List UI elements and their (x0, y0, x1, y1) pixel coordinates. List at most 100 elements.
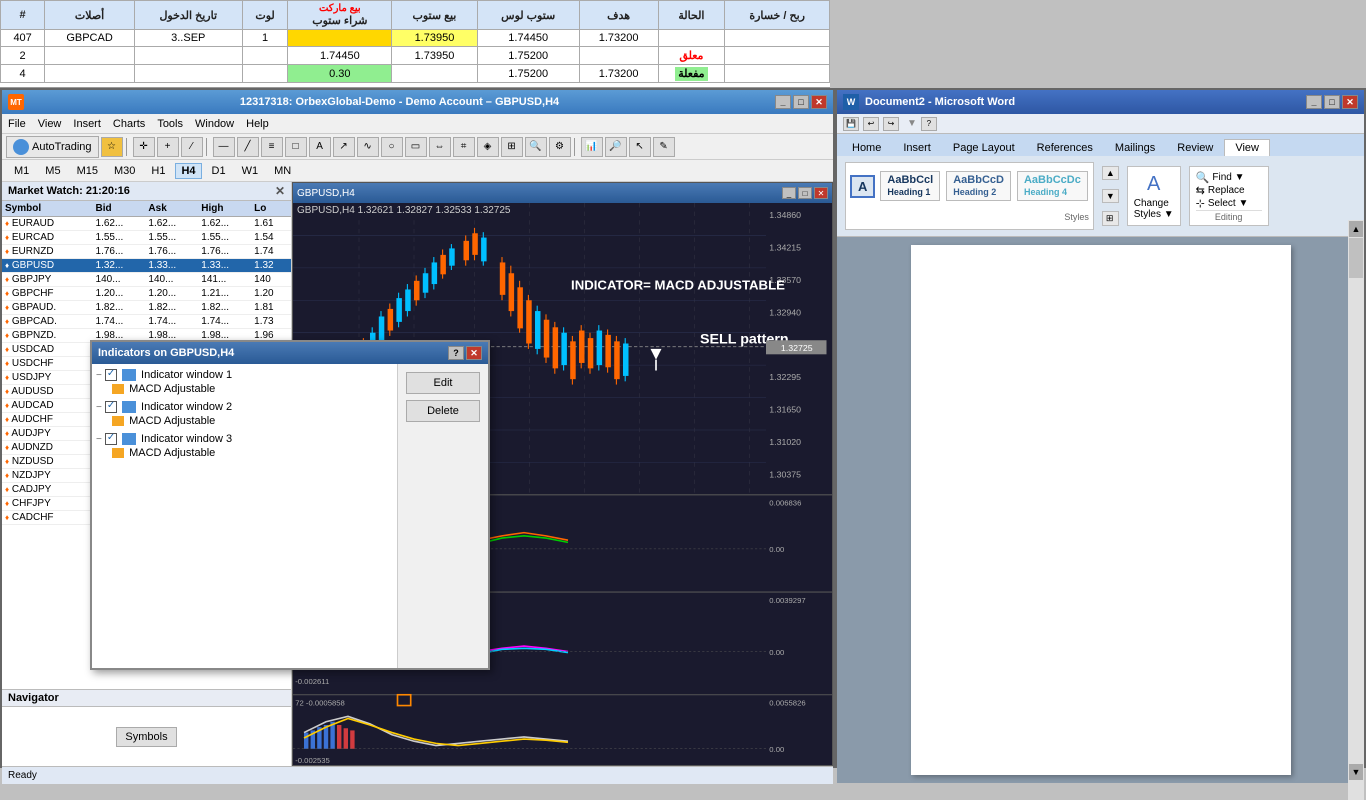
chart-minimize-btn[interactable]: _ (782, 187, 796, 199)
market-watch-row[interactable]: ♦ EURNZD1.76...1.76...1.76...1.74 (2, 245, 291, 259)
toolbar-arrow[interactable]: ☆ (101, 137, 123, 157)
tree-checkbox-1[interactable] (105, 369, 117, 381)
styles-scroll-down[interactable]: ▼ (1102, 189, 1119, 203)
toolbar-expand[interactable]: ⇔ (429, 137, 451, 157)
toolbar-prop[interactable]: ⚙ (549, 137, 571, 157)
tree-group-1[interactable]: − Indicator window 1 (96, 368, 393, 382)
toolbar-text[interactable]: A (309, 137, 331, 157)
market-watch-row[interactable]: ♦ EURAUD1.62...1.62...1.62...1.61 (2, 217, 291, 231)
menu-help[interactable]: Help (246, 118, 269, 130)
menu-charts[interactable]: Charts (113, 118, 145, 130)
tab-references[interactable]: References (1026, 139, 1104, 156)
toolbar-fibo[interactable]: ≡ (261, 137, 283, 157)
word-qat-save[interactable]: 💾 (843, 117, 859, 131)
edit-button[interactable]: Edit (406, 372, 480, 394)
tree-indicator-icon-2-1 (112, 416, 124, 426)
tf-h1[interactable]: H1 (145, 163, 171, 179)
word-help-btn[interactable]: ? (921, 117, 937, 131)
market-watch-row[interactable]: ♦ GBPCHF1.20...1.20...1.21...1.20 (2, 287, 291, 301)
toolbar-periods[interactable]: 📊 (581, 137, 603, 157)
toolbar-fibo2[interactable]: ⌗ (453, 137, 475, 157)
word-scrollbar[interactable]: ▲ ▼ (1348, 220, 1364, 800)
tree-group-3[interactable]: − Indicator window 3 (96, 432, 393, 446)
tree-indicator-2-1[interactable]: MACD Adjustable (96, 414, 393, 428)
dialog-help-btn[interactable]: ? (448, 346, 464, 360)
tab-mailings[interactable]: Mailings (1104, 139, 1166, 156)
tf-m1[interactable]: M1 (8, 163, 35, 179)
style-heading4[interactable]: AaBbCcDcHeading 4 (1017, 171, 1088, 201)
menu-tools[interactable]: Tools (157, 118, 183, 130)
toolbar-line[interactable]: ⁄ (181, 137, 203, 157)
autotrading-btn[interactable]: AutoTrading (6, 136, 99, 158)
toolbar-zoom[interactable]: 🔍 (525, 137, 547, 157)
dialog-close-btn[interactable]: ✕ (466, 346, 482, 360)
tf-m15[interactable]: M15 (71, 163, 104, 179)
styles-scroll-expand[interactable]: ⊞ (1102, 211, 1119, 226)
tf-w1[interactable]: W1 (236, 163, 265, 179)
toolbar-crosshair[interactable]: ✛ (133, 137, 155, 157)
toolbar-rect2[interactable]: ▭ (405, 137, 427, 157)
symbols-button[interactable]: Symbols (116, 727, 176, 747)
tab-page-layout[interactable]: Page Layout (942, 139, 1026, 156)
tab-review[interactable]: Review (1166, 139, 1224, 156)
toolbar-zoom-in[interactable]: + (157, 137, 179, 157)
tf-h4[interactable]: H4 (175, 163, 201, 179)
scrollbar-thumb[interactable] (1349, 238, 1363, 278)
toolbar-rect[interactable]: □ (285, 137, 307, 157)
toolbar-arrow2[interactable]: ↗ (333, 137, 355, 157)
word-qat-redo[interactable]: ↪ (883, 117, 899, 131)
replace-btn[interactable]: ⇆ Replace (1196, 184, 1262, 197)
styles-scroll-up[interactable]: ▲ (1102, 166, 1119, 180)
market-watch-row[interactable]: ♦ EURCAD1.55...1.55...1.55...1.54 (2, 231, 291, 245)
tree-indicator-1-1[interactable]: MACD Adjustable (96, 382, 393, 396)
market-watch-row[interactable]: ♦ GBPAUD.1.82...1.82...1.82...1.81 (2, 301, 291, 315)
tree-checkbox-3[interactable] (105, 433, 117, 445)
change-styles-btn[interactable]: ChangeStyles ▼ (1134, 198, 1174, 220)
editing-group: 🔍 Find ▼ ⇆ Replace ⊹ Select ▼ Editing (1189, 166, 1269, 226)
toolbar-indicator2[interactable]: ⊞ (501, 137, 523, 157)
menu-insert[interactable]: Insert (73, 118, 101, 130)
tab-home[interactable]: Home (841, 139, 892, 156)
toolbar-cursor[interactable]: ↖ (629, 137, 651, 157)
word-minimize-btn[interactable]: _ (1306, 95, 1322, 109)
scrollbar-up-btn[interactable]: ▲ (1349, 221, 1363, 237)
toolbar-draw[interactable]: ✎ (653, 137, 675, 157)
toolbar-indicator[interactable]: ◈ (477, 137, 499, 157)
tree-group-2[interactable]: − Indicator window 2 (96, 400, 393, 414)
tab-view[interactable]: View (1224, 139, 1270, 156)
chart-restore-btn[interactable]: □ (798, 187, 812, 199)
delete-button[interactable]: Delete (406, 400, 480, 422)
word-maximize-btn[interactable]: □ (1324, 95, 1340, 109)
mt-close-btn[interactable]: ✕ (811, 95, 827, 109)
find-btn[interactable]: 🔍 Find ▼ (1196, 171, 1262, 184)
style-heading1[interactable]: AaBbCclHeading 1 (880, 171, 940, 201)
select-btn[interactable]: ⊹ Select ▼ (1196, 197, 1262, 210)
mt-minimize-btn[interactable]: _ (775, 95, 791, 109)
mw-close-btn[interactable]: ✕ (275, 184, 285, 198)
market-watch-row[interactable]: ♦ GBPUSD1.32...1.33...1.33...1.32 (2, 259, 291, 273)
scrollbar-down-btn[interactable]: ▼ (1349, 764, 1363, 780)
tab-insert[interactable]: Insert (892, 139, 942, 156)
toolbar-oval[interactable]: ○ (381, 137, 403, 157)
style-sample-highlighted[interactable]: A (850, 175, 875, 198)
mt-maximize-btn[interactable]: □ (793, 95, 809, 109)
word-qat-undo[interactable]: ↩ (863, 117, 879, 131)
menu-window[interactable]: Window (195, 118, 234, 130)
word-close-btn[interactable]: ✕ (1342, 95, 1358, 109)
menu-file[interactable]: File (8, 118, 26, 130)
toolbar-zoomout[interactable]: 🔎 (605, 137, 627, 157)
tf-d1[interactable]: D1 (206, 163, 232, 179)
market-watch-row[interactable]: ♦ GBPCAD.1.74...1.74...1.74...1.73 (2, 315, 291, 329)
chart-close-btn[interactable]: ✕ (814, 187, 828, 199)
tf-m5[interactable]: M5 (39, 163, 66, 179)
tf-mn[interactable]: MN (268, 163, 297, 179)
tf-m30[interactable]: M30 (108, 163, 141, 179)
toolbar-hline[interactable]: — (213, 137, 235, 157)
style-heading2[interactable]: AaBbCcDHeading 2 (946, 171, 1011, 201)
tree-checkbox-2[interactable] (105, 401, 117, 413)
tree-indicator-3-1[interactable]: MACD Adjustable (96, 446, 393, 460)
toolbar-wave[interactable]: ∿ (357, 137, 379, 157)
toolbar-trend[interactable]: ╱ (237, 137, 259, 157)
market-watch-row[interactable]: ♦ GBPJPY140...140...141...140 (2, 273, 291, 287)
menu-view[interactable]: View (38, 118, 62, 130)
